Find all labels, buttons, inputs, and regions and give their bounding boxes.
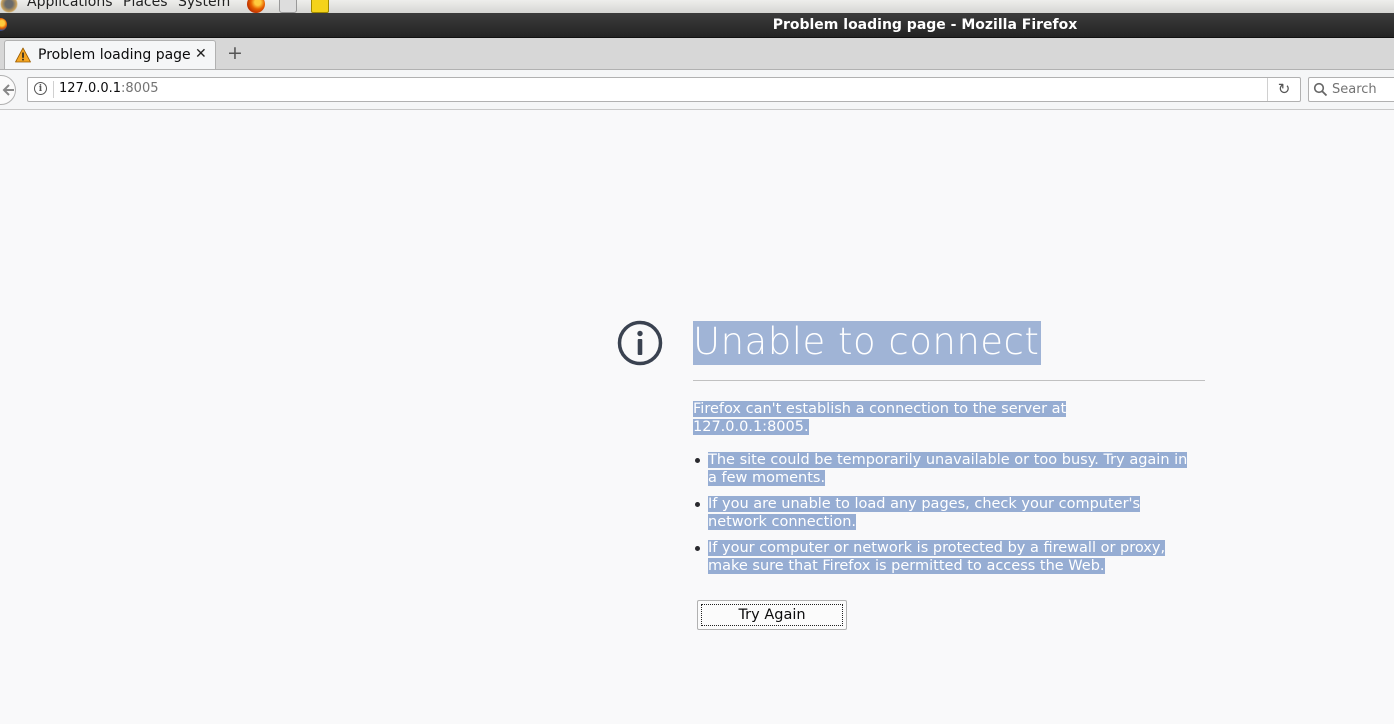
new-tab-icon[interactable]: + — [226, 44, 244, 63]
info-icon — [617, 320, 663, 366]
tab-label: Problem loading page — [38, 47, 191, 63]
nav-bar: i 127.0.0.1:8005 ↻ — [0, 70, 1394, 110]
url-bar[interactable]: i 127.0.0.1:8005 ↻ — [27, 77, 1301, 102]
suggestion-list: The site could be temporarily unavailabl… — [695, 451, 1198, 583]
menu-system[interactable]: System — [178, 0, 230, 10]
search-input[interactable] — [1332, 80, 1394, 98]
system-panel: Applications Places System — [0, 0, 1394, 13]
title-divider — [693, 380, 1205, 381]
try-again-button[interactable]: Try Again — [697, 600, 847, 630]
suggestion-text: The site could be temporarily unavailabl… — [708, 452, 1188, 486]
back-button[interactable] — [0, 75, 16, 105]
menu-places[interactable]: Places — [123, 0, 168, 10]
error-description: Firefox can't establish a connection to … — [693, 400, 1113, 436]
tab-strip: Problem loading page ✕ + — [0, 38, 1394, 70]
description-line-2: 127.0.0.1:8005. — [693, 419, 809, 435]
search-icon — [1313, 82, 1328, 97]
back-arrow-icon — [2, 84, 14, 96]
firefox-launcher-icon[interactable] — [247, 0, 265, 13]
suggestion-item: If you are unable to load any pages, che… — [695, 495, 1198, 531]
menu-applications[interactable]: Applications — [27, 0, 113, 10]
notes-launcher-icon[interactable] — [311, 0, 329, 13]
suggestion-text: If you are unable to load any pages, che… — [708, 496, 1141, 530]
url-text[interactable]: 127.0.0.1:8005 — [59, 81, 159, 96]
tab-problem-loading-page[interactable]: Problem loading page ✕ — [4, 40, 216, 69]
warning-icon — [15, 47, 31, 63]
reload-icon[interactable]: ↻ — [1267, 78, 1300, 101]
search-bar[interactable] — [1308, 77, 1394, 102]
url-host: 127.0.0.1 — [59, 81, 122, 96]
site-info-icon[interactable]: i — [34, 82, 47, 95]
error-title: Unable to connect — [693, 320, 1042, 365]
url-separator — [53, 81, 54, 98]
suggestion-item: The site could be temporarily unavailabl… — [695, 451, 1198, 487]
gnome-foot-icon[interactable] — [0, 0, 18, 13]
close-tab-icon[interactable]: ✕ — [195, 46, 207, 62]
suggestion-text: If your computer or network is protected… — [708, 540, 1166, 574]
error-page: Unable to connect Firefox can't establis… — [0, 110, 1394, 724]
description-line-1: Firefox can't establish a connection to … — [693, 401, 1067, 417]
mail-launcher-icon[interactable] — [279, 0, 297, 13]
suggestion-item: If your computer or network is protected… — [695, 539, 1198, 575]
window-titlebar: Problem loading page - Mozilla Firefox — [0, 13, 1394, 38]
window-title: Problem loading page - Mozilla Firefox — [772, 17, 1078, 33]
url-port: :8005 — [121, 81, 159, 96]
try-again-label: Try Again — [738, 607, 806, 623]
